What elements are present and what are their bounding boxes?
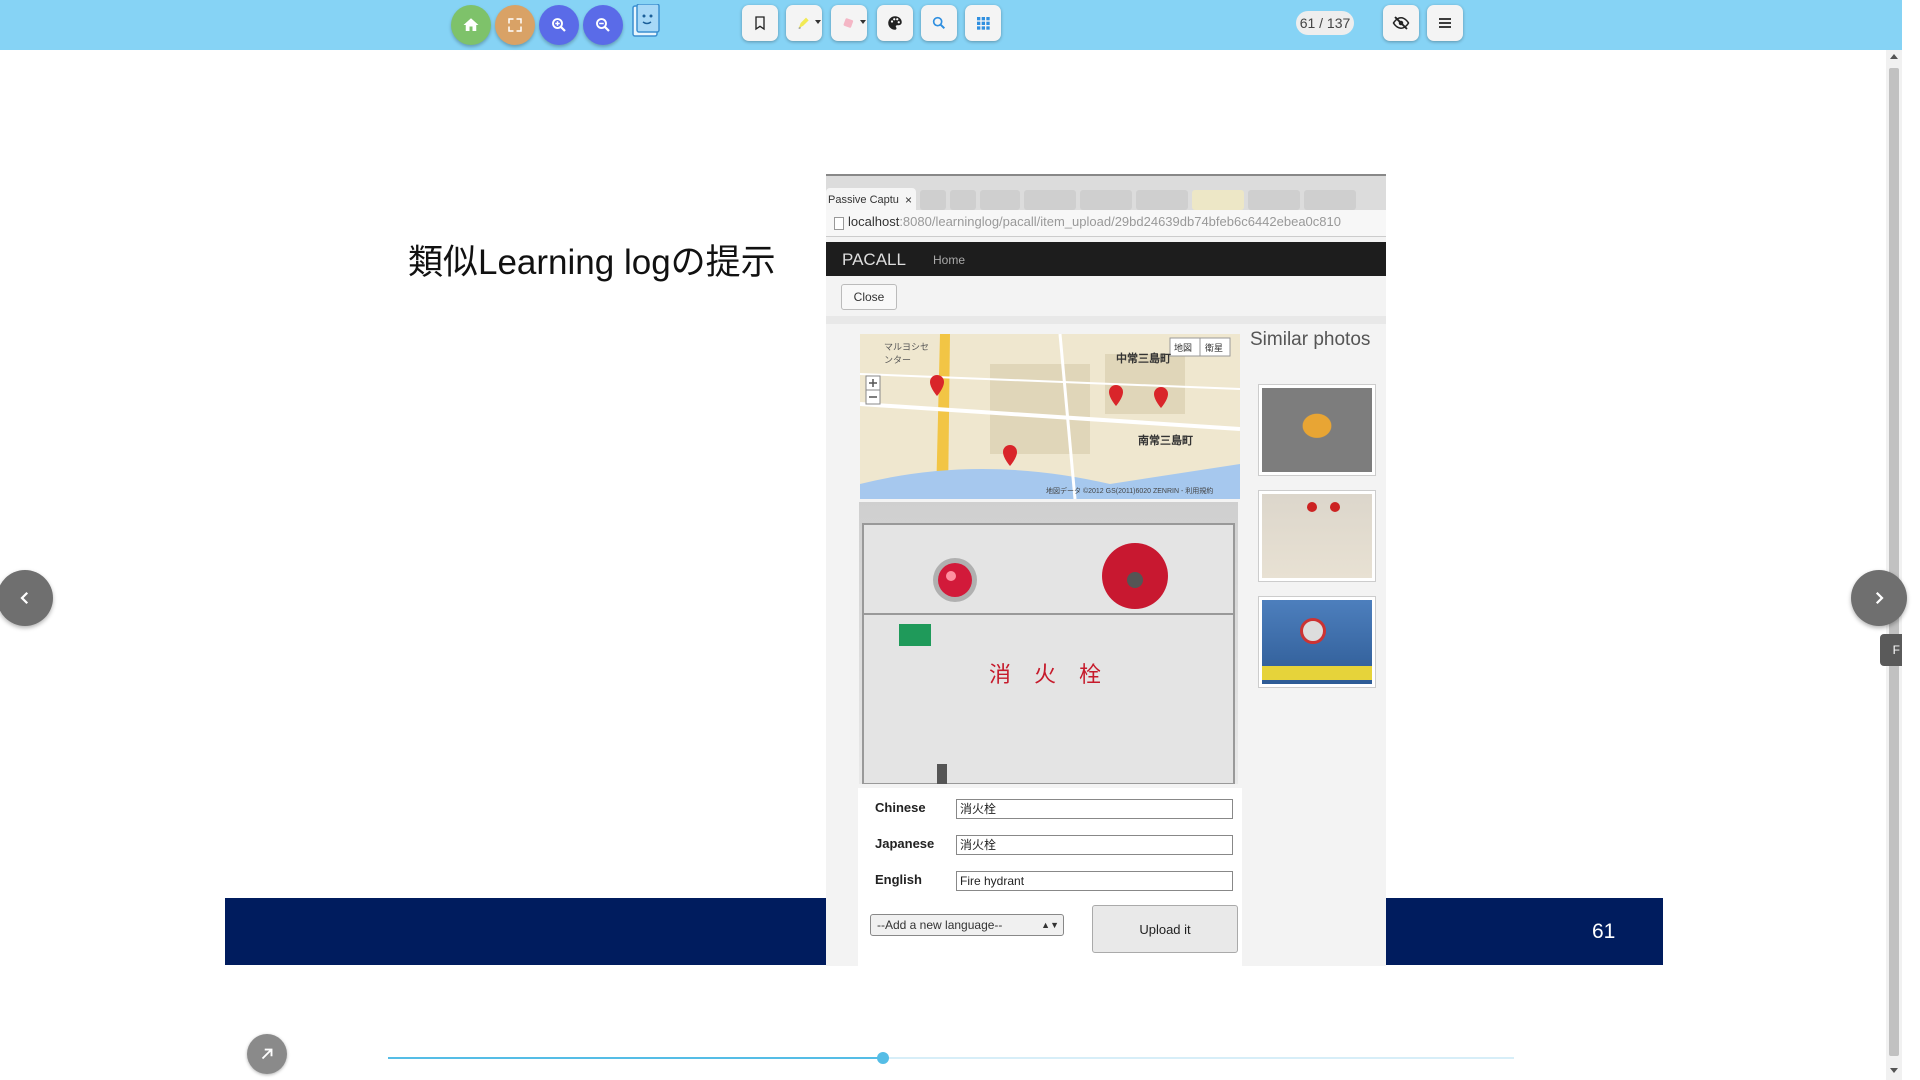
chevron-right-icon: [1875, 591, 1884, 605]
map-type-satellite: 衛星: [1205, 343, 1224, 353]
divider: [826, 316, 1386, 324]
highlighter-dropdown-caret[interactable]: [815, 20, 821, 24]
expand-arrow-icon: [261, 1048, 273, 1060]
similar-photo-thumb: [1258, 490, 1376, 582]
zoom-in-icon: [552, 18, 566, 32]
nav-home-link: Home: [933, 253, 966, 267]
hide-toolbar-button[interactable]: [1383, 5, 1419, 41]
map-label: 中常三島町: [1116, 353, 1171, 365]
logo-icon: [632, 3, 660, 37]
scrollbar[interactable]: [1886, 50, 1902, 1080]
browser-tab-bar: Passive Captu ×: [826, 174, 1386, 212]
palette-button[interactable]: [877, 5, 913, 41]
url-host: localhost: [848, 214, 900, 229]
palette-icon: [888, 16, 902, 30]
chinese-label: Chinese: [875, 800, 926, 815]
url-path: :8080/learninglog/pacall/item_upload/29b…: [899, 214, 1341, 229]
browser-tab: Passive Captu ×: [826, 188, 916, 212]
bookmark-item: [1192, 190, 1244, 210]
english-field: Fire hydrant: [956, 871, 1233, 891]
bookmark-item: [950, 190, 976, 210]
toolbar: 61 / 137: [0, 0, 1902, 50]
bookmark-item: [1136, 190, 1188, 210]
scrollbar-thumb[interactable]: [1889, 68, 1899, 1056]
map-type-map: 地図: [1174, 343, 1193, 353]
select-arrows-icon: ▲▼: [1041, 920, 1059, 930]
chinese-field: 消火栓: [956, 799, 1233, 819]
slide-title: 類似Learning logの提示: [408, 243, 776, 282]
expand-button[interactable]: [247, 1034, 287, 1074]
eraser-button[interactable]: [831, 5, 867, 41]
next-page-button[interactable]: [1851, 570, 1907, 626]
progress-slider-knob[interactable]: [877, 1052, 889, 1064]
browser-tab-title: Passive Captu: [828, 194, 899, 206]
bookmark-item: [1024, 190, 1076, 210]
grid-view-button[interactable]: [965, 5, 1001, 41]
menu-button[interactable]: [1427, 5, 1463, 41]
previous-page-button[interactable]: [0, 570, 53, 626]
embedded-screenshot: Passive Captu × localhost:8080/learningl…: [826, 174, 1386, 966]
url-text: localhost:8080/learninglog/pacall/item_u…: [848, 214, 1341, 229]
bookmark-item: [920, 190, 946, 210]
close-button: Close: [841, 284, 897, 310]
search-icon: [932, 16, 946, 30]
upload-button: Upload it: [1092, 905, 1238, 953]
bookmark-icon: [755, 16, 765, 31]
bookmark-button[interactable]: [742, 5, 778, 41]
bookmark-item: [1248, 190, 1300, 210]
language-select: --Add a new language-- ▲▼: [870, 914, 1064, 936]
fullscreen-button[interactable]: [495, 5, 535, 45]
chevron-left-icon: [20, 591, 29, 605]
similar-photo-thumb: [1258, 384, 1376, 476]
zoom-out-button[interactable]: [583, 5, 623, 45]
map-copyright: 地図データ ©2012 GS(2011)6020 ZENRIN - 利用規約: [1046, 488, 1214, 495]
page-progress-slider[interactable]: [388, 1052, 1514, 1064]
eraser-dropdown-caret[interactable]: [860, 20, 866, 24]
location-map: 中常三島町 南常三島町 地図 衛星 マルヨシセンター 地図データ ©2012 G…: [860, 334, 1240, 499]
slide-page-number: 61: [1592, 920, 1616, 943]
photo-sign-text: 消 火 栓: [989, 663, 1109, 688]
language-select-value: --Add a new language--: [877, 918, 1003, 932]
home-icon: [463, 18, 479, 31]
english-label: English: [875, 872, 922, 887]
similar-photos-label: Similar photos: [1250, 329, 1371, 350]
page-counter: 61 / 137: [1296, 11, 1354, 35]
scroll-down-arrow[interactable]: [1890, 1068, 1898, 1073]
bookmark-item: [1304, 190, 1356, 210]
bookmark-item: [980, 190, 1020, 210]
app-navbar: PACALL Home: [826, 242, 1386, 276]
highlighter-icon: [798, 17, 809, 29]
progress-fill: [388, 1057, 883, 1059]
eye-off-icon: [1392, 16, 1410, 30]
zoom-out-icon: [596, 18, 610, 32]
zoom-in-button[interactable]: [539, 5, 579, 45]
app-logo[interactable]: [630, 3, 666, 46]
side-panel-tab[interactable]: F: [1880, 634, 1902, 666]
highlighter-button[interactable]: [786, 5, 822, 41]
page-icon: [834, 217, 844, 230]
eraser-icon: [843, 18, 854, 28]
japanese-label: Japanese: [875, 836, 935, 851]
app-brand: PACALL: [842, 250, 906, 269]
map-label: 南常三島町: [1138, 435, 1193, 447]
search-button[interactable]: [921, 5, 957, 41]
grid-icon: [977, 17, 990, 30]
fullscreen-icon: [508, 18, 522, 32]
map-label: マルヨシセンター: [884, 342, 930, 365]
similar-photo-thumb: [1258, 596, 1376, 688]
scroll-up-arrow[interactable]: [1890, 54, 1898, 59]
url-bar: localhost:8080/learninglog/pacall/item_u…: [826, 210, 1386, 237]
japanese-field: 消火栓: [956, 835, 1233, 855]
menu-icon: [1439, 18, 1451, 28]
home-button[interactable]: [451, 5, 491, 45]
bookmark-item: [1080, 190, 1132, 210]
uploaded-photo: 消 火 栓: [859, 502, 1238, 784]
tab-close-icon: ×: [904, 193, 912, 207]
